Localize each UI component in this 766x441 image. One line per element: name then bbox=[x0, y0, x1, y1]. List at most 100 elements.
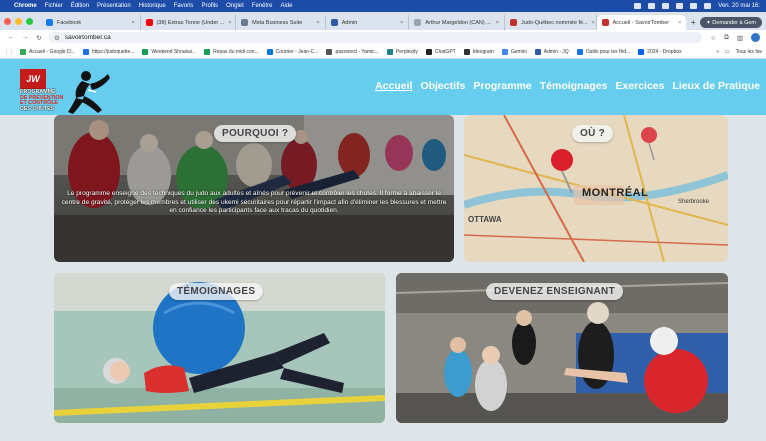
status-icon-1[interactable] bbox=[634, 3, 642, 9]
wifi-icon[interactable] bbox=[676, 3, 684, 9]
nav-objectifs[interactable]: Objectifs bbox=[420, 80, 465, 92]
bookmark-item[interactable]: Perplexity bbox=[386, 48, 418, 55]
bookmark-star-icon[interactable]: ☆ bbox=[710, 34, 716, 42]
bookmark-favicon bbox=[534, 48, 541, 55]
card-ou[interactable]: OÙ ? MONTRÉAL Sherbrooke OTTAWA bbox=[464, 115, 728, 262]
bookmark-favicon bbox=[326, 48, 333, 55]
card-title-pourquoi[interactable]: POURQUOI ? bbox=[214, 125, 297, 142]
menu-presentation[interactable]: Présentation bbox=[97, 3, 131, 9]
nav-exercices[interactable]: Exercices bbox=[615, 80, 664, 92]
menu-edition[interactable]: Édition bbox=[71, 3, 89, 9]
bookmark-item[interactable]: 2024 - Dropbox bbox=[638, 48, 682, 55]
bookmark-label: Gemini bbox=[510, 48, 527, 55]
reload-icon[interactable]: ↻ bbox=[34, 34, 44, 42]
bookmark-favicon bbox=[576, 48, 583, 55]
bookmark-item[interactable]: Outils pour les fêd... bbox=[576, 48, 631, 55]
card-title-temoignages[interactable]: TÉMOIGNAGES bbox=[169, 283, 264, 300]
site-logo[interactable]: JW PROGRAMME DE PRÉVENTION ET CONTRÔLE D… bbox=[20, 61, 110, 117]
menu-favoris[interactable]: Favoris bbox=[174, 3, 194, 9]
close-tab-icon[interactable]: × bbox=[674, 20, 681, 26]
bookmark-label: Outils pour les fêd... bbox=[585, 48, 631, 55]
nav-programme[interactable]: Programme bbox=[473, 80, 531, 92]
bookmark-item[interactable]: Admin - JQ bbox=[534, 48, 569, 55]
bookmark-item[interactable]: Repas du midi con... bbox=[204, 48, 259, 55]
all-bookmarks-label[interactable]: Tous les fav bbox=[736, 49, 762, 55]
bookmark-favicon bbox=[266, 48, 273, 55]
bookmark-favicon bbox=[20, 48, 26, 55]
bookmark-label: Ideogram bbox=[472, 48, 494, 55]
tab-arthur[interactable]: Arthur Margeldon (CAN) ... × bbox=[409, 15, 505, 30]
clock[interactable]: Ven. 20 mai 16: bbox=[718, 3, 760, 9]
nav-accueil[interactable]: Accueil bbox=[375, 80, 412, 92]
url-field[interactable]: ⚙ savoirtomber.ca bbox=[48, 32, 703, 43]
more-bookmarks-icon[interactable]: » bbox=[716, 49, 719, 55]
bookmark-item[interactable]: password - Yamic... bbox=[326, 48, 379, 55]
card-devenez-enseignant[interactable]: DEVENEZ ENSEIGNANT bbox=[396, 273, 728, 423]
nav-lieux-de-pratique[interactable]: Lieux de Pratique bbox=[672, 80, 760, 92]
close-tab-icon[interactable]: × bbox=[588, 20, 595, 26]
bookmark-item[interactable]: ChatGPT bbox=[425, 48, 456, 55]
menu-fichier[interactable]: Fichier bbox=[45, 3, 63, 9]
back-icon[interactable]: ← bbox=[6, 34, 16, 41]
extensions-icon[interactable]: ⧉ bbox=[724, 34, 729, 42]
close-tab-icon[interactable]: × bbox=[224, 20, 231, 26]
status-icon-3[interactable] bbox=[662, 3, 670, 9]
sidepanel-icon[interactable]: ▥ bbox=[737, 34, 743, 42]
ask-gemini-label: Demander à Gem bbox=[712, 19, 757, 26]
close-tab-icon[interactable]: × bbox=[313, 20, 320, 26]
close-tab-icon[interactable]: × bbox=[127, 20, 134, 26]
tab-judo-quebec[interactable]: Judo-Québec nommée fé... × bbox=[505, 15, 597, 30]
close-window-button[interactable] bbox=[4, 17, 11, 25]
bookmark-item[interactable]: Weekend Shoukai... bbox=[142, 48, 197, 55]
minimize-window-button[interactable] bbox=[15, 17, 22, 25]
card-temoignages[interactable]: TÉMOIGNAGES bbox=[54, 273, 385, 423]
tab-admin[interactable]: Admin × bbox=[326, 15, 410, 30]
bookmark-item[interactable]: Gemini bbox=[501, 48, 527, 55]
card-title-devenez-enseignant[interactable]: DEVENEZ ENSEIGNANT bbox=[486, 283, 623, 300]
search-icon[interactable] bbox=[704, 3, 712, 9]
close-tab-icon[interactable]: × bbox=[396, 20, 403, 26]
tab-meta-business[interactable]: Meta Business Suite × bbox=[236, 15, 326, 30]
profile-avatar[interactable] bbox=[751, 33, 760, 42]
site-info-icon[interactable]: ⚙ bbox=[54, 34, 60, 42]
tab-label: Judo-Québec nommée fé... bbox=[520, 19, 588, 26]
battery-icon[interactable] bbox=[690, 3, 698, 9]
nav-temoignages[interactable]: Témoignages bbox=[540, 80, 608, 92]
tab-facebook[interactable]: Facebook × bbox=[41, 15, 141, 30]
bookmark-favicon bbox=[204, 48, 211, 55]
address-bar: ← → ↻ ⚙ savoirtomber.ca ☆ ⧉ ▥ bbox=[0, 30, 766, 45]
bookmark-favicon bbox=[501, 48, 508, 55]
new-tab-button[interactable]: + bbox=[686, 15, 700, 30]
bookmarks-bar: ⋮⋮ Accueil - Google D... https://judoque… bbox=[0, 45, 766, 59]
tab-label: Facebook bbox=[57, 19, 82, 26]
bookmark-item[interactable]: https://judoquebe... bbox=[82, 48, 134, 55]
menu-fenetre[interactable]: Fenêtre bbox=[252, 3, 273, 9]
tab-youtube[interactable]: (38) Extras Tonne (Under ... × bbox=[141, 15, 237, 30]
map-label-montreal: MONTRÉAL bbox=[582, 187, 649, 199]
youtube-icon bbox=[145, 19, 153, 26]
bookmark-label: Weekend Shoukai... bbox=[151, 48, 197, 55]
menu-profils[interactable]: Profils bbox=[201, 3, 218, 9]
bookmark-item[interactable]: Ideogram bbox=[463, 48, 494, 55]
url-text[interactable]: savoirtomber.ca bbox=[65, 34, 111, 41]
ask-gemini-button[interactable]: ✦ Demander à Gem bbox=[700, 17, 763, 28]
status-icon-2[interactable] bbox=[648, 3, 656, 9]
card-title-ou[interactable]: OÙ ? bbox=[572, 125, 614, 142]
card-pourquoi[interactable]: POURQUOI ? Le programme enseigne des tec… bbox=[54, 115, 454, 262]
tab-accueil-savoirtomber[interactable]: Accueil - SavoirTomber × bbox=[596, 15, 687, 30]
bookmark-item[interactable]: Accueil - Google D... bbox=[20, 48, 75, 55]
menu-aide[interactable]: Aide bbox=[280, 3, 292, 9]
menu-onglet[interactable]: Onglet bbox=[226, 3, 244, 9]
bookmark-favicon bbox=[638, 48, 645, 55]
forward-icon[interactable]: → bbox=[20, 34, 30, 41]
zoom-window-button[interactable] bbox=[26, 17, 33, 25]
tab-label: Meta Business Suite bbox=[252, 19, 303, 26]
menu-historique[interactable]: Historique bbox=[139, 3, 166, 9]
apps-grid-icon[interactable]: ⋮⋮ bbox=[4, 49, 14, 55]
main-nav: Accueil Objectifs Programme Témoignages … bbox=[375, 80, 760, 92]
menu-app-name[interactable]: Chrome bbox=[14, 3, 37, 9]
bookmark-item[interactable]: Courrier - Jean-C... bbox=[266, 48, 318, 55]
close-tab-icon[interactable]: × bbox=[492, 20, 499, 26]
bookmark-label: Accueil - Google D... bbox=[29, 48, 75, 55]
bookmark-label: Perplexity bbox=[395, 48, 418, 55]
